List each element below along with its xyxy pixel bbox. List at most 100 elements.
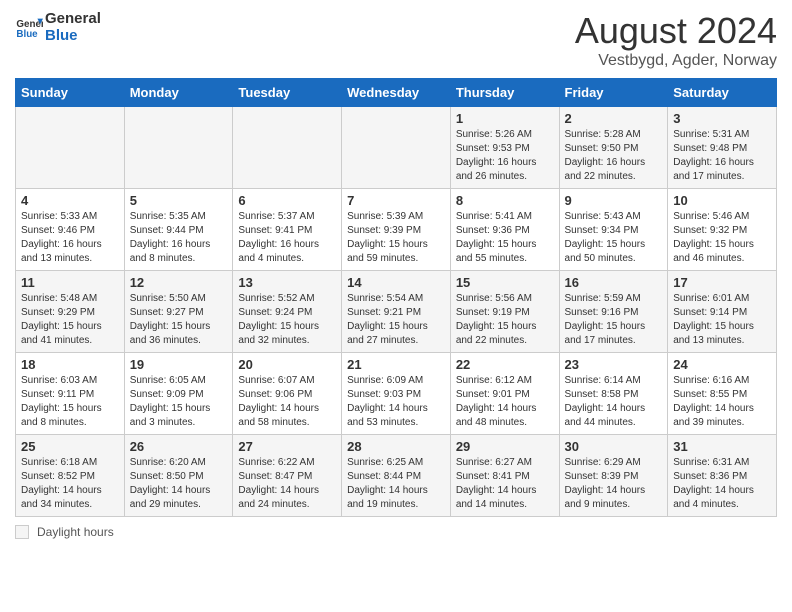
title-area: August 2024 Vestbygd, Agder, Norway: [575, 10, 777, 70]
table-row: 11Sunrise: 5:48 AM Sunset: 9:29 PM Dayli…: [16, 271, 125, 353]
table-row: 12 Sunrise: 5:50 AM Sunset: 9:27 PM Dayli…: [124, 271, 233, 353]
day-number: 7: [347, 193, 445, 208]
table-row: [233, 107, 342, 189]
header: General Blue General Blue August 2024 Ve…: [15, 10, 777, 70]
table-row: 6 Sunrise: 5:37 AM Sunset: 9:41 PM Daylig…: [233, 189, 342, 271]
table-row: [124, 107, 233, 189]
table-row: 20 Sunrise: 6:07 AM Sunset: 9:06 PM Dayli…: [233, 353, 342, 435]
day-number: 22: [456, 357, 554, 372]
day-number: 21: [347, 357, 445, 372]
table-row: 1Sunrise: 5:26 AM Sunset: 9:53 PM Daylig…: [450, 107, 559, 189]
day-number: 29: [456, 439, 554, 454]
day-number: 12: [130, 275, 228, 290]
table-row: 23Sunrise: 6:14 AM Sunset: 8:58 PM Dayli…: [559, 353, 668, 435]
table-row: 18 Sunrise: 6:03 AM Sunset: 9:11 PM Dayli…: [16, 353, 125, 435]
col-header-sunday: Sunday: [16, 79, 125, 107]
day-info: Sunrise: 5:54 AM Sunset: 9:21 PM Dayligh…: [347, 292, 445, 348]
subtitle: Vestbygd, Agder, Norway: [575, 52, 777, 70]
table-row: 8 Sunrise: 5:41 AM Sunset: 9:36 PM Daylig…: [450, 189, 559, 271]
daylight-box-icon: [15, 525, 29, 539]
day-info: Sunrise: 6:03 AM Sunset: 9:11 PM Dayligh…: [21, 374, 119, 430]
table-row: 14 Sunrise: 5:54 AM Sunset: 9:21 PM Dayli…: [342, 271, 451, 353]
table-row: 13Sunrise: 5:52 AM Sunset: 9:24 PM Dayli…: [233, 271, 342, 353]
day-info: Sunrise: 5:46 AM Sunset: 9:32 PM Dayligh…: [673, 210, 771, 266]
col-header-wednesday: Wednesday: [342, 79, 451, 107]
svg-text:Blue: Blue: [16, 29, 38, 40]
day-info: Sunrise: 6:18 AM Sunset: 8:52 PM Dayligh…: [21, 456, 119, 512]
day-number: 14: [347, 275, 445, 290]
day-number: 16: [565, 275, 663, 290]
day-info: Sunrise: 6:07 AM Sunset: 9:06 PM Dayligh…: [238, 374, 336, 430]
day-number: 15: [456, 275, 554, 290]
day-info: Sunrise: 6:01 AM Sunset: 9:14 PM Dayligh…: [673, 292, 771, 348]
day-info: Sunrise: 5:56 AM Sunset: 9:19 PM Dayligh…: [456, 292, 554, 348]
day-info: Sunrise: 5:39 AM Sunset: 9:39 PM Dayligh…: [347, 210, 445, 266]
day-info: Sunrise: 5:59 AM Sunset: 9:16 PM Dayligh…: [565, 292, 663, 348]
day-number: 18: [21, 357, 119, 372]
day-number: 30: [565, 439, 663, 454]
logo-line1: General: [45, 10, 101, 27]
day-info: Sunrise: 6:27 AM Sunset: 8:41 PM Dayligh…: [456, 456, 554, 512]
col-header-tuesday: Tuesday: [233, 79, 342, 107]
calendar-table: SundayMondayTuesdayWednesdayThursdayFrid…: [15, 78, 777, 517]
day-number: 2: [565, 111, 663, 126]
day-info: Sunrise: 5:41 AM Sunset: 9:36 PM Dayligh…: [456, 210, 554, 266]
day-info: Sunrise: 5:43 AM Sunset: 9:34 PM Dayligh…: [565, 210, 663, 266]
table-row: 30 Sunrise: 6:29 AM Sunset: 8:39 PM Dayli…: [559, 435, 668, 517]
table-row: 25 Sunrise: 6:18 AM Sunset: 8:52 PM Dayli…: [16, 435, 125, 517]
day-number: 5: [130, 193, 228, 208]
day-number: 9: [565, 193, 663, 208]
day-info: Sunrise: 6:29 AM Sunset: 8:39 PM Dayligh…: [565, 456, 663, 512]
table-row: 22 Sunrise: 6:12 AM Sunset: 9:01 PM Dayli…: [450, 353, 559, 435]
day-number: 31: [673, 439, 771, 454]
table-row: 5 Sunrise: 5:35 AM Sunset: 9:44 PM Daylig…: [124, 189, 233, 271]
table-row: 27Sunrise: 6:22 AM Sunset: 8:47 PM Dayli…: [233, 435, 342, 517]
day-info: Sunrise: 5:31 AM Sunset: 9:48 PM Dayligh…: [673, 128, 771, 184]
day-info: Sunrise: 6:16 AM Sunset: 8:55 PM Dayligh…: [673, 374, 771, 430]
day-info: Sunrise: 5:28 AM Sunset: 9:50 PM Dayligh…: [565, 128, 663, 184]
day-number: 26: [130, 439, 228, 454]
day-info: Sunrise: 6:09 AM Sunset: 9:03 PM Dayligh…: [347, 374, 445, 430]
col-header-thursday: Thursday: [450, 79, 559, 107]
day-number: 3: [673, 111, 771, 126]
table-row: 15 Sunrise: 5:56 AM Sunset: 9:19 PM Dayli…: [450, 271, 559, 353]
table-row: 21 Sunrise: 6:09 AM Sunset: 9:03 PM Dayli…: [342, 353, 451, 435]
table-row: 19Sunrise: 6:05 AM Sunset: 9:09 PM Dayli…: [124, 353, 233, 435]
day-info: Sunrise: 5:35 AM Sunset: 9:44 PM Dayligh…: [130, 210, 228, 266]
table-row: 28Sunrise: 6:25 AM Sunset: 8:44 PM Dayli…: [342, 435, 451, 517]
table-row: 26 Sunrise: 6:20 AM Sunset: 8:50 PM Dayli…: [124, 435, 233, 517]
day-number: 20: [238, 357, 336, 372]
day-number: 10: [673, 193, 771, 208]
footer: Daylight hours: [15, 525, 777, 539]
col-header-saturday: Saturday: [668, 79, 777, 107]
table-row: 7 Sunrise: 5:39 AM Sunset: 9:39 PM Daylig…: [342, 189, 451, 271]
table-row: 4 Sunrise: 5:33 AM Sunset: 9:46 PM Daylig…: [16, 189, 125, 271]
table-row: 2 Sunrise: 5:28 AM Sunset: 9:50 PM Daylig…: [559, 107, 668, 189]
day-number: 1: [456, 111, 554, 126]
day-info: Sunrise: 5:52 AM Sunset: 9:24 PM Dayligh…: [238, 292, 336, 348]
day-info: Sunrise: 5:33 AM Sunset: 9:46 PM Dayligh…: [21, 210, 119, 266]
table-row: [16, 107, 125, 189]
day-number: 24: [673, 357, 771, 372]
day-info: Sunrise: 6:05 AM Sunset: 9:09 PM Dayligh…: [130, 374, 228, 430]
day-number: 6: [238, 193, 336, 208]
logo-line2: Blue: [45, 27, 101, 44]
table-row: 3 Sunrise: 5:31 AM Sunset: 9:48 PM Daylig…: [668, 107, 777, 189]
day-info: Sunrise: 6:12 AM Sunset: 9:01 PM Dayligh…: [456, 374, 554, 430]
day-number: 8: [456, 193, 554, 208]
col-header-monday: Monday: [124, 79, 233, 107]
day-info: Sunrise: 5:37 AM Sunset: 9:41 PM Dayligh…: [238, 210, 336, 266]
day-info: Sunrise: 6:25 AM Sunset: 8:44 PM Dayligh…: [347, 456, 445, 512]
table-row: 29 Sunrise: 6:27 AM Sunset: 8:41 PM Dayli…: [450, 435, 559, 517]
day-info: Sunrise: 5:50 AM Sunset: 9:27 PM Dayligh…: [130, 292, 228, 348]
table-row: 16 Sunrise: 5:59 AM Sunset: 9:16 PM Dayli…: [559, 271, 668, 353]
day-info: Sunrise: 5:48 AM Sunset: 9:29 PM Dayligh…: [21, 292, 119, 348]
table-row: 24 Sunrise: 6:16 AM Sunset: 8:55 PM Dayli…: [668, 353, 777, 435]
day-number: 23: [565, 357, 663, 372]
daylight-label: Daylight hours: [37, 525, 114, 539]
day-number: 25: [21, 439, 119, 454]
day-number: 4: [21, 193, 119, 208]
day-info: Sunrise: 6:20 AM Sunset: 8:50 PM Dayligh…: [130, 456, 228, 512]
main-title: August 2024: [575, 10, 777, 52]
table-row: 17Sunrise: 6:01 AM Sunset: 9:14 PM Dayli…: [668, 271, 777, 353]
